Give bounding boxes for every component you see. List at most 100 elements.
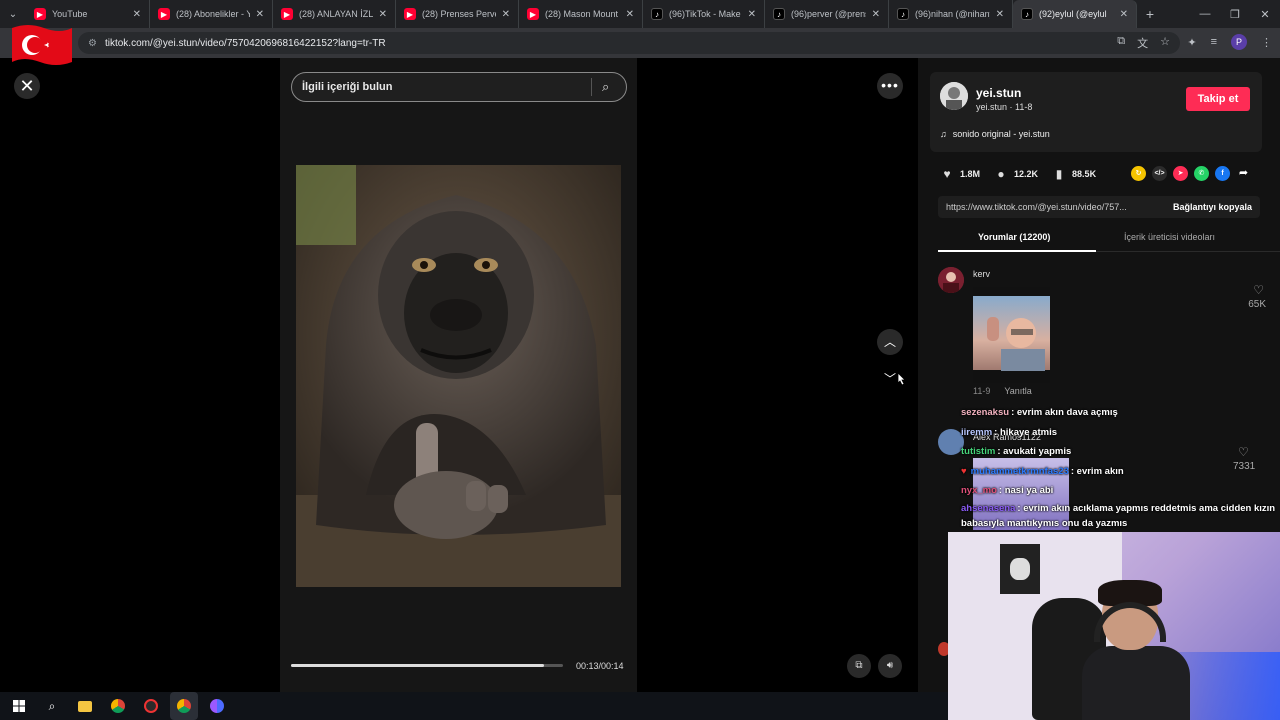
tab-title: (28) Mason Mount –: [545, 9, 620, 19]
close-tab-icon[interactable]: ✕: [133, 9, 141, 20]
more-options-button[interactable]: •••: [877, 73, 903, 99]
chrome-icon[interactable]: [104, 692, 132, 720]
chat-message: sezenaksu: evrim akın dava açmış: [961, 407, 1118, 418]
related-search-input[interactable]: İlgili içeriği bulun ⌕: [291, 72, 627, 102]
gorilla-image: [296, 165, 621, 587]
profile-avatar[interactable]: P: [1231, 34, 1247, 50]
close-tab-icon[interactable]: ✕: [996, 9, 1004, 20]
chrome-active-icon[interactable]: [170, 692, 198, 720]
commenter-name[interactable]: kerv: [973, 269, 990, 279]
browser-tab[interactable]: ▶ (28) ANLAYAN İZLESİ ✕: [273, 0, 396, 28]
search-icon[interactable]: ⌕: [602, 79, 626, 95]
browser-tab[interactable]: ♪ (96)TikTok - Make Yo ✕: [643, 0, 765, 28]
tab-title: (96)perver (@prenses: [791, 9, 866, 19]
previous-video-button[interactable]: ︿: [877, 329, 903, 355]
browser-tab[interactable]: ♪ (96)nihan (@nihanys ✕: [889, 0, 1013, 28]
install-app-icon[interactable]: ⧉: [1117, 35, 1125, 51]
browser-tab[interactable]: ▶ (28) Abonelikler - You ✕: [150, 0, 273, 28]
close-tab-icon[interactable]: ✕: [1120, 9, 1128, 20]
restore-icon[interactable]: ❐: [1220, 8, 1250, 21]
chrome-profile-icon[interactable]: [203, 692, 231, 720]
omnibox-tools: ⧉ 文 ☆: [1117, 35, 1170, 51]
tabs: ▶ YouTube ✕ ▶ (28) Abonelikler - You ✕ ▶ (28) A…: [26, 0, 1137, 28]
streamer: [1082, 580, 1190, 720]
tab-title: (92)eylul (@eylul: [1039, 9, 1107, 19]
app-icon[interactable]: [137, 692, 165, 720]
youtube-icon: ▶: [281, 8, 293, 20]
search-divider: [591, 78, 592, 96]
video-player[interactable]: İlgili içeriği bulun ⌕ 00:13/00:14: [280, 58, 637, 692]
reply-button[interactable]: Yanıtla: [1004, 386, 1031, 396]
commenter-avatar[interactable]: [938, 267, 964, 293]
chat-message: ahsenasena: evrim akın acıklama yapmıs r…: [961, 502, 1276, 529]
bookmark-star-icon[interactable]: ☆: [1160, 35, 1170, 51]
close-tab-icon[interactable]: ✕: [256, 9, 264, 20]
browser-tab[interactable]: ▶ (28) Prenses Perver ✕: [396, 0, 519, 28]
author-username[interactable]: yei.stun: [976, 86, 1021, 100]
close-tab-icon[interactable]: ✕: [748, 9, 756, 20]
tiktok-icon: ♪: [1021, 8, 1033, 20]
browser-menu-icon[interactable]: ⋮: [1261, 36, 1272, 49]
facebook-icon[interactable]: f: [1215, 166, 1230, 181]
repost-icon[interactable]: ↻: [1131, 166, 1146, 181]
site-info-icon[interactable]: ⚙: [88, 38, 97, 49]
floating-player-button[interactable]: ⧉: [847, 654, 871, 678]
new-tab-button[interactable]: +: [1137, 6, 1163, 22]
mouse-cursor-icon: [897, 372, 906, 386]
share-link-url[interactable]: https://www.tiktok.com/@yei.stun/video/7…: [938, 202, 1165, 212]
save-stat[interactable]: ▮ 88.5K: [1052, 167, 1096, 181]
comment-stat[interactable]: ● 12.2K: [994, 167, 1038, 181]
video-progress-bar[interactable]: [291, 664, 563, 667]
browser-tab[interactable]: ♪ (92)eylul (@eylul ✕: [1013, 0, 1137, 28]
browser-tab[interactable]: ♪ (96)perver (@prenses ✕: [765, 0, 889, 28]
youtube-icon: ▶: [404, 8, 416, 20]
toolbar-right: ✦ ≡ P ⋮: [1187, 34, 1272, 50]
file-explorer-icon[interactable]: [71, 692, 99, 720]
chat-username: ahsenasena: [961, 502, 1016, 514]
streamer-webcam: [948, 532, 1280, 720]
share-arrow-icon[interactable]: ➦: [1236, 166, 1251, 181]
tab-creator-videos[interactable]: İçerik üreticisi videoları: [1124, 232, 1215, 242]
chat-message: tutistim: avukati yapmis: [961, 446, 1072, 457]
close-window-icon[interactable]: ✕: [1250, 8, 1280, 21]
copy-link-button[interactable]: Bağlantıyı kopyala: [1165, 202, 1260, 212]
send-icon[interactable]: ➤: [1173, 166, 1188, 181]
minimize-icon[interactable]: —: [1190, 8, 1220, 20]
window-controls: — ❐ ✕: [1190, 0, 1280, 28]
search-icon[interactable]: ⌕: [38, 692, 66, 720]
close-tab-icon[interactable]: ✕: [872, 9, 880, 20]
video-timecode: 00:13/00:14: [576, 661, 624, 671]
close-video-button[interactable]: ✕: [14, 73, 40, 99]
like-stat[interactable]: ♥ 1.8M: [940, 167, 980, 181]
like-count: 1.8M: [960, 169, 981, 179]
author-avatar[interactable]: [940, 82, 968, 110]
youtube-icon: ▶: [34, 8, 46, 20]
tab-comments[interactable]: Yorumlar (12200): [978, 232, 1050, 242]
video-frame[interactable]: [296, 165, 621, 587]
engagement-stats: ♥ 1.8M ● 12.2K ▮ 88.5K: [940, 165, 1100, 183]
media-controls-icon[interactable]: ≡: [1211, 36, 1217, 48]
close-tab-icon[interactable]: ✕: [379, 9, 387, 20]
translate-icon[interactable]: 文: [1137, 35, 1148, 51]
comment-item: kerv ♡ 65K 11-9 Yanıtla: [938, 267, 1268, 403]
chat-text: hikaye atmis: [999, 426, 1058, 438]
search-placeholder: İlgili içeriği bulun: [302, 81, 393, 93]
volume-icon[interactable]: 🔊︎: [878, 654, 902, 678]
chat-text: avukati yapmis: [1003, 446, 1072, 457]
close-tab-icon[interactable]: ✕: [502, 9, 510, 20]
sound-link[interactable]: ♫ sonido original - yei.stun: [940, 129, 1050, 139]
close-tab-icon[interactable]: ✕: [626, 9, 634, 20]
follow-button[interactable]: Takip et: [1186, 87, 1250, 111]
browser-tab[interactable]: ▶ (28) Mason Mount – ✕: [519, 0, 643, 28]
browser-toolbar: ⚙ tiktok.com/@yei.stun/video/75704206968…: [0, 28, 1280, 58]
chat-username: sezenaksu: [961, 407, 1010, 418]
embed-icon[interactable]: </>: [1152, 166, 1167, 181]
extensions-icon[interactable]: ✦: [1187, 36, 1196, 49]
chat-message: nyx_mo: nasi ya abi: [961, 485, 1054, 496]
whatsapp-icon[interactable]: ✆: [1194, 166, 1209, 181]
comment-like-icon[interactable]: ♡: [1253, 283, 1264, 297]
heart-icon: ♥: [943, 167, 951, 181]
comment-date: 11-9: [973, 386, 991, 396]
address-bar[interactable]: ⚙ tiktok.com/@yei.stun/video/75704206968…: [78, 32, 1180, 54]
windows-start-icon[interactable]: [5, 692, 33, 720]
